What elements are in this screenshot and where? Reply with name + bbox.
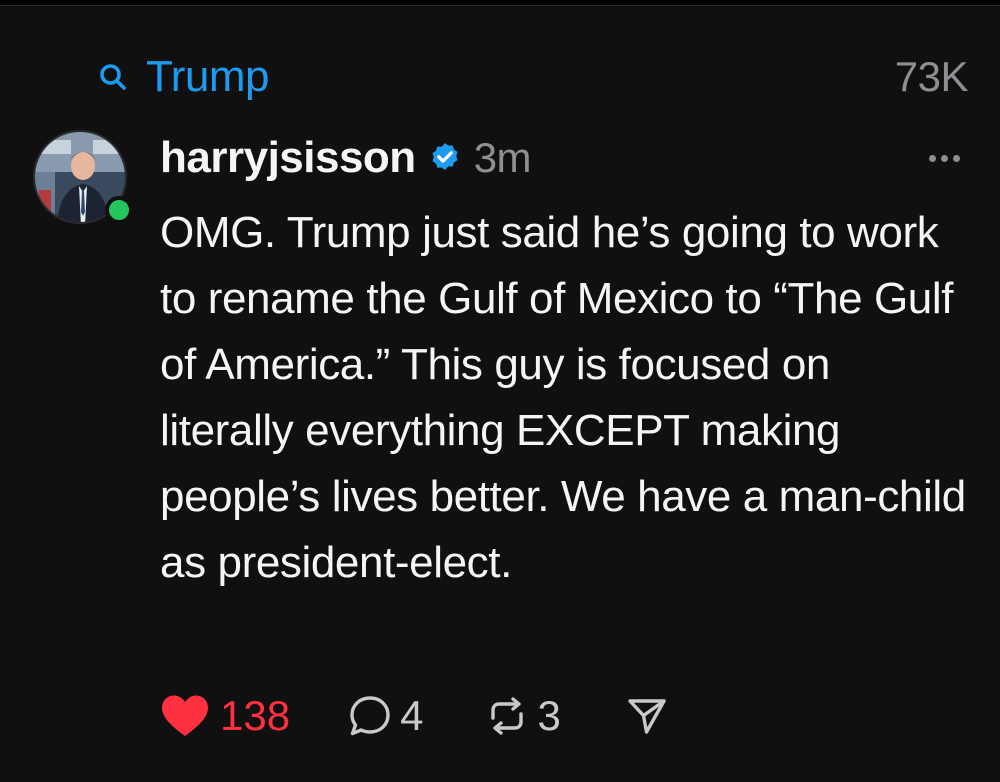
verified-badge-icon <box>428 141 462 180</box>
post-body-text: OMG. Trump just said he’s going to work … <box>160 208 966 587</box>
share-icon <box>625 694 669 738</box>
like-button[interactable]: 138 <box>160 692 290 740</box>
search-term: Trump <box>146 52 270 101</box>
more-dot <box>953 154 960 162</box>
search-query[interactable]: Trump <box>98 52 270 102</box>
result-count: 73K <box>894 53 969 100</box>
post-timestamp: 3m <box>473 134 532 181</box>
post-actions: 138 4 3 <box>160 688 669 744</box>
search-header: Trump 73K <box>98 50 969 104</box>
comment-icon <box>348 694 392 738</box>
more-dot <box>941 154 948 162</box>
avatar-container <box>33 130 133 228</box>
share-button[interactable] <box>625 694 669 738</box>
more-icon[interactable] <box>929 154 960 162</box>
top-divider <box>0 0 1000 6</box>
repost-button[interactable]: 3 <box>485 692 561 740</box>
comment-button[interactable]: 4 <box>348 692 423 740</box>
more-dot <box>929 154 936 162</box>
repost-count: 3 <box>537 692 561 739</box>
like-count: 138 <box>220 692 291 739</box>
username[interactable]: harryjsisson <box>160 133 416 183</box>
online-status-indicator <box>105 196 133 224</box>
repost-icon <box>485 694 529 738</box>
heart-icon <box>160 694 210 738</box>
reply-count: 4 <box>400 692 424 739</box>
post-header: harryjsisson 3m <box>160 130 968 186</box>
search-icon <box>98 62 128 92</box>
